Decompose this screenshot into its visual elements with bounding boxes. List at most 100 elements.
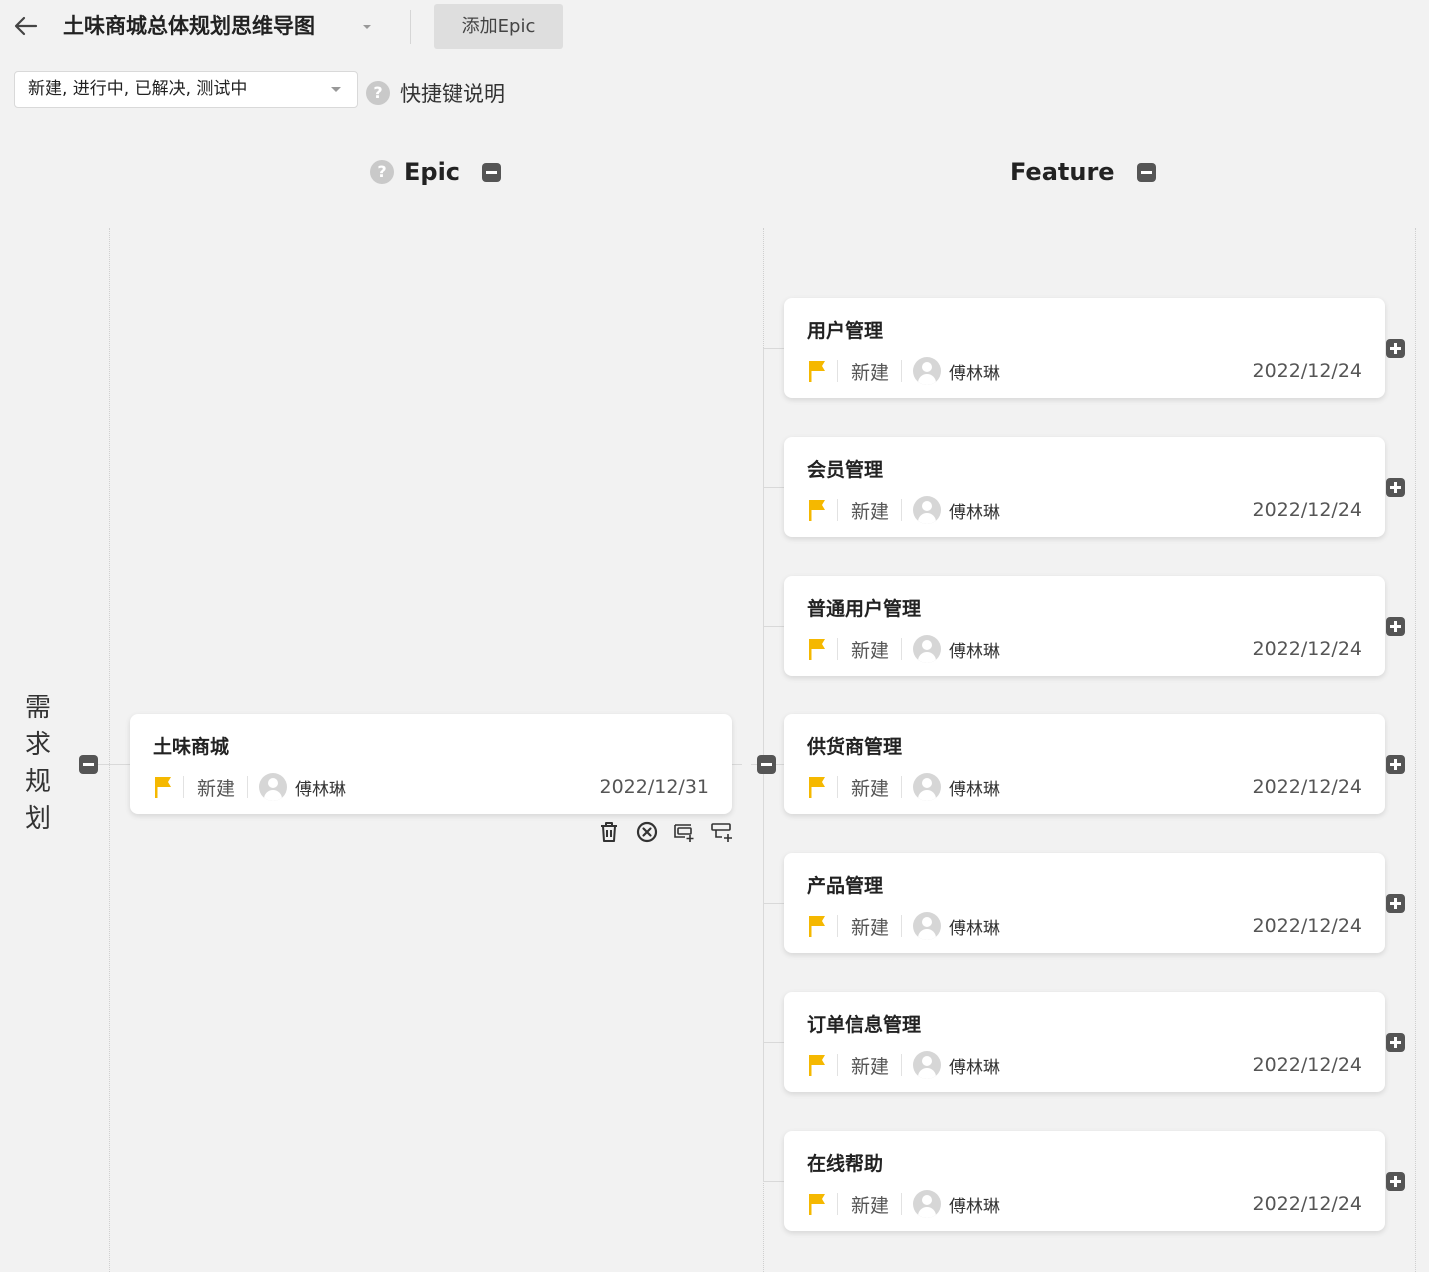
status-filter-value: 新建, 进行中, 已解决, 测试中 bbox=[28, 79, 248, 99]
feature-expand-button[interactable] bbox=[1386, 339, 1405, 358]
priority-flag-icon[interactable] bbox=[807, 359, 827, 383]
feature-card[interactable]: 供货商管理 新建 傅林琳 2022/12/24 bbox=[784, 714, 1385, 814]
meta-divider bbox=[247, 776, 249, 798]
priority-flag-icon[interactable] bbox=[153, 775, 173, 799]
meta-divider bbox=[901, 915, 903, 937]
epic-column-collapse-button[interactable] bbox=[482, 162, 502, 182]
back-arrow-icon[interactable] bbox=[10, 10, 42, 42]
feature-expand-button[interactable] bbox=[1386, 478, 1405, 497]
help-icon: ? bbox=[366, 81, 390, 105]
meta-divider bbox=[837, 638, 838, 660]
feature-expand-button[interactable] bbox=[1386, 894, 1405, 913]
feature-card[interactable]: 普通用户管理 新建 傅林琳 2022/12/24 bbox=[784, 576, 1385, 676]
owner-name[interactable]: 傅林琳 bbox=[949, 1192, 1000, 1217]
owner-name[interactable]: 傅林琳 bbox=[295, 775, 346, 800]
due-date[interactable]: 2022/12/24 bbox=[1252, 1054, 1362, 1076]
feature-expand-button[interactable] bbox=[1386, 755, 1405, 774]
due-date[interactable]: 2022/12/24 bbox=[1252, 638, 1362, 660]
feature-meta: 新建 傅林琳 2022/12/24 bbox=[807, 356, 1362, 386]
feature-column-label: Feature bbox=[1010, 158, 1115, 186]
delete-icon[interactable] bbox=[597, 820, 621, 844]
due-date[interactable]: 2022/12/24 bbox=[1252, 776, 1362, 798]
owner-name[interactable]: 傅林琳 bbox=[949, 775, 1000, 800]
priority-flag-icon[interactable] bbox=[807, 1053, 827, 1077]
feature-expand-button[interactable] bbox=[1386, 1172, 1405, 1191]
feature-column-collapse-button[interactable] bbox=[1136, 162, 1156, 182]
due-date[interactable]: 2022/12/24 bbox=[1252, 360, 1362, 382]
meta-divider bbox=[837, 360, 838, 382]
owner-name[interactable]: 傅林琳 bbox=[949, 637, 1000, 662]
status-label[interactable]: 新建 bbox=[851, 636, 889, 663]
add-epic-button[interactable]: 添加Epic bbox=[434, 4, 563, 49]
feature-card[interactable]: 订单信息管理 新建 傅林琳 2022/12/24 bbox=[784, 992, 1385, 1092]
priority-flag-icon[interactable] bbox=[807, 498, 827, 522]
avatar bbox=[259, 773, 288, 801]
priority-flag-icon[interactable] bbox=[807, 637, 827, 661]
meta-divider bbox=[901, 499, 903, 521]
column-divider-line bbox=[1415, 228, 1416, 1272]
meta-divider bbox=[837, 1054, 838, 1076]
due-date[interactable]: 2022/12/31 bbox=[599, 776, 709, 798]
owner-name[interactable]: 傅林琳 bbox=[949, 498, 1000, 523]
feature-expand-button[interactable] bbox=[1386, 617, 1405, 636]
feature-card[interactable]: 会员管理 新建 傅林琳 2022/12/24 bbox=[784, 437, 1385, 537]
root-node-label[interactable]: 需 求 规 划 bbox=[20, 690, 56, 838]
feature-title: 产品管理 bbox=[807, 875, 884, 897]
feature-card[interactable]: 在线帮助 新建 傅林琳 2022/12/24 bbox=[784, 1131, 1385, 1231]
feature-title: 在线帮助 bbox=[807, 1153, 884, 1175]
meta-divider bbox=[901, 360, 903, 382]
status-label[interactable]: 新建 bbox=[851, 1191, 889, 1218]
owner-name[interactable]: 傅林琳 bbox=[949, 1053, 1000, 1078]
avatar bbox=[913, 496, 942, 524]
meta-divider bbox=[901, 1193, 903, 1215]
status-label[interactable]: 新建 bbox=[851, 358, 889, 385]
status-label[interactable]: 新建 bbox=[851, 774, 889, 801]
feature-meta: 新建 傅林琳 2022/12/24 bbox=[807, 772, 1362, 802]
feature-title: 供货商管理 bbox=[807, 736, 903, 758]
feature-card[interactable]: 产品管理 新建 傅林琳 2022/12/24 bbox=[784, 853, 1385, 953]
feature-expand-button[interactable] bbox=[1386, 1033, 1405, 1052]
due-date[interactable]: 2022/12/24 bbox=[1252, 915, 1362, 937]
shortcut-help-label: 快捷键说明 bbox=[400, 82, 505, 106]
add-sibling-icon[interactable] bbox=[672, 820, 696, 844]
status-filter-select[interactable]: 新建, 进行中, 已解决, 测试中 bbox=[14, 71, 358, 108]
meta-divider bbox=[837, 776, 838, 798]
column-divider-line bbox=[109, 228, 110, 1272]
feature-title: 会员管理 bbox=[807, 459, 884, 481]
feature-title: 用户管理 bbox=[807, 320, 884, 342]
connector-line bbox=[763, 348, 784, 349]
feature-meta: 新建 傅林琳 2022/12/24 bbox=[807, 495, 1362, 525]
epic-collapse-button[interactable] bbox=[757, 755, 777, 774]
root-collapse-button[interactable] bbox=[79, 755, 98, 774]
shortcut-help-link[interactable]: ? 快捷键说明 bbox=[366, 78, 505, 108]
meta-divider bbox=[837, 499, 838, 521]
avatar bbox=[913, 635, 942, 663]
connector-line bbox=[763, 1042, 784, 1043]
owner-name[interactable]: 傅林琳 bbox=[949, 359, 1000, 384]
close-circle-icon[interactable] bbox=[635, 820, 659, 844]
title-dropdown-caret-icon[interactable] bbox=[360, 20, 374, 34]
priority-flag-icon[interactable] bbox=[807, 914, 827, 938]
connector-line bbox=[763, 487, 784, 488]
avatar bbox=[913, 1190, 942, 1218]
epic-help-icon[interactable]: ? bbox=[370, 160, 394, 184]
owner-name[interactable]: 傅林琳 bbox=[949, 914, 1000, 939]
connector-line bbox=[763, 626, 784, 627]
status-label[interactable]: 新建 bbox=[851, 913, 889, 940]
status-label[interactable]: 新建 bbox=[197, 774, 235, 801]
priority-flag-icon[interactable] bbox=[807, 1192, 827, 1216]
status-label[interactable]: 新建 bbox=[851, 1052, 889, 1079]
epic-card[interactable]: 土味商城 新建 傅林琳 2022/12/31 bbox=[130, 714, 732, 814]
avatar bbox=[913, 1051, 942, 1079]
priority-flag-icon[interactable] bbox=[807, 775, 827, 799]
connector-line bbox=[763, 903, 784, 904]
epic-column-header: ? Epic bbox=[370, 158, 502, 186]
add-child-icon[interactable] bbox=[710, 820, 734, 844]
feature-title: 订单信息管理 bbox=[807, 1014, 922, 1036]
epic-title: 土味商城 bbox=[153, 736, 230, 758]
meta-divider bbox=[183, 776, 184, 798]
due-date[interactable]: 2022/12/24 bbox=[1252, 499, 1362, 521]
status-label[interactable]: 新建 bbox=[851, 497, 889, 524]
feature-card[interactable]: 用户管理 新建 傅林琳 2022/12/24 bbox=[784, 298, 1385, 398]
due-date[interactable]: 2022/12/24 bbox=[1252, 1193, 1362, 1215]
